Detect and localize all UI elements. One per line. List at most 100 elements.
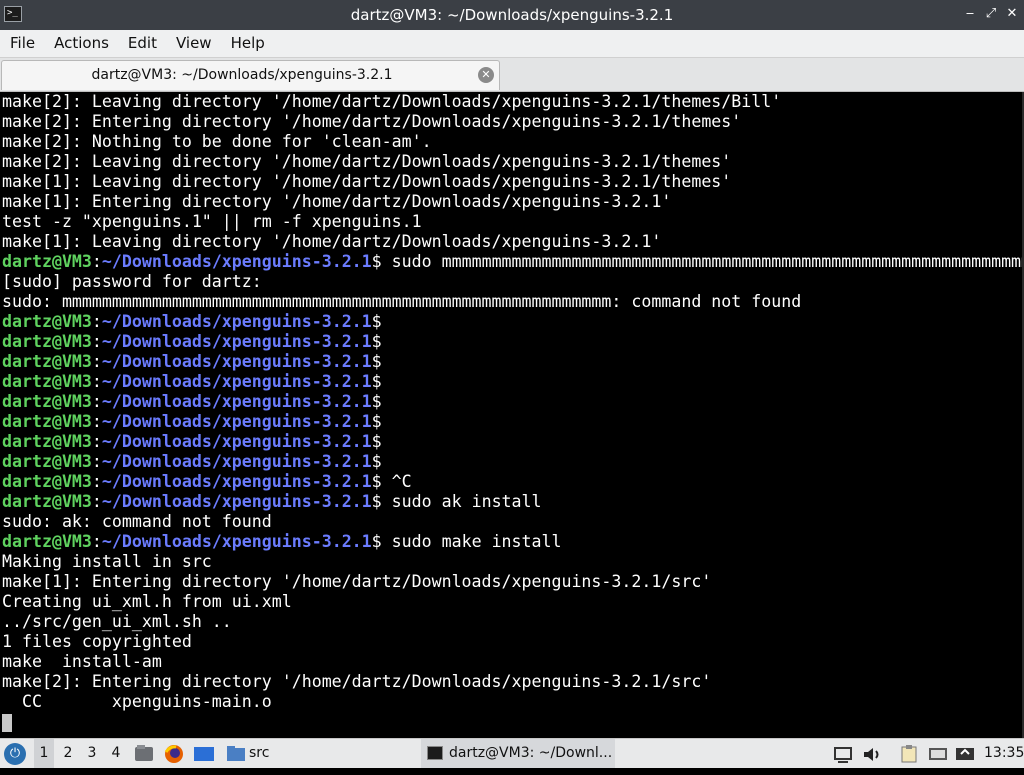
prompt-separator: : (91, 492, 102, 511)
prompt-user: dartz@VM3 (2, 372, 92, 391)
output-line: test -z "xpenguins.1" || rm -f xpenguins… (2, 212, 422, 231)
prompt-user: dartz@VM3 (2, 412, 92, 431)
prompt-line: dartz@VM3:~/Downloads/xpenguins-3.2.1$ (0, 412, 1022, 432)
menu-edit[interactable]: Edit (118, 30, 166, 57)
close-button[interactable]: ✕ (1004, 6, 1020, 22)
workspace-2[interactable]: 2 (58, 739, 78, 768)
workspace-1[interactable]: 1 (34, 739, 54, 768)
workspace-3[interactable]: 3 (82, 739, 102, 768)
prompt-user: dartz@VM3 (2, 312, 92, 331)
output-line: make install-am (2, 652, 162, 671)
output-line: CC xpenguins-main.o (2, 692, 272, 711)
command-text: sudo make install (381, 532, 562, 551)
output-line: sudo: ak: command not found (2, 512, 272, 531)
prompt-user: dartz@VM3 (2, 352, 92, 371)
screen-icon[interactable] (834, 745, 852, 763)
prompt-separator: : (91, 252, 102, 271)
menu-help[interactable]: Help (221, 30, 274, 57)
prompt-user: dartz@VM3 (2, 252, 92, 271)
prompt-line: dartz@VM3:~/Downloads/xpenguins-3.2.1$ (0, 372, 1022, 392)
maximize-button[interactable]: ⤢ (983, 6, 999, 22)
prompt-line: dartz@VM3:~/Downloads/xpenguins-3.2.1$ s… (0, 492, 1022, 512)
prompt-separator: : (91, 472, 102, 491)
task-label: dartz@VM3: ~/Downl... (449, 745, 613, 761)
window-title-bar[interactable]: >_ dartz@VM3: ~/Downloads/xpenguins-3.2.… (0, 0, 1024, 30)
prompt-path: ~/Downloads/xpenguins-3.2.1 (101, 352, 372, 371)
prompt-line: dartz@VM3:~/Downloads/xpenguins-3.2.1$ (0, 392, 1022, 412)
tab-close-icon[interactable]: ✕ (478, 67, 494, 83)
prompt-line: dartz@VM3:~/Downloads/xpenguins-3.2.1$ (0, 452, 1022, 472)
clipboard-icon[interactable] (900, 745, 918, 763)
prompt-path: ~/Downloads/xpenguins-3.2.1 (101, 372, 372, 391)
output-line: make[1]: Leaving directory '/home/dartz/… (2, 232, 662, 251)
output-line: make[2]: Nothing to be done for 'clean-a… (2, 132, 432, 151)
prompt-user: dartz@VM3 (2, 392, 92, 411)
show-desktop-icon[interactable] (193, 744, 214, 763)
folder-icon[interactable] (226, 744, 246, 763)
menu-view[interactable]: View (166, 30, 221, 57)
prompt-path: ~/Downloads/xpenguins-3.2.1 (101, 532, 372, 551)
prompt-path: ~/Downloads/xpenguins-3.2.1 (101, 472, 372, 491)
start-menu-icon[interactable]: ⏻ (4, 743, 26, 765)
folder-task-label[interactable]: src (249, 739, 269, 768)
prompt-suffix: $ (371, 352, 382, 371)
output-line: make[2]: Entering directory '/home/dartz… (2, 672, 712, 691)
prompt-user: dartz@VM3 (2, 332, 92, 351)
prompt-suffix: $ (371, 492, 382, 511)
prompt-separator: : (91, 532, 102, 551)
prompt-line: dartz@VM3:~/Downloads/xpenguins-3.2.1$ ^… (0, 472, 1022, 492)
prompt-path: ~/Downloads/xpenguins-3.2.1 (101, 312, 372, 331)
prompt-suffix: $ (371, 432, 382, 451)
prompt-suffix: $ (371, 372, 382, 391)
tab-bar: dartz@VM3: ~/Downloads/xpenguins-3.2.1 ✕ (0, 58, 1024, 92)
display-icon[interactable] (928, 745, 947, 762)
prompt-user: dartz@VM3 (2, 532, 92, 551)
workspace-4[interactable]: 4 (106, 739, 126, 768)
text-cursor (2, 713, 12, 732)
prompt-user: dartz@VM3 (2, 472, 92, 491)
clock[interactable]: 13:35 (984, 739, 1024, 768)
prompt-line: dartz@VM3:~/Downloads/xpenguins-3.2.1$ (0, 352, 1022, 372)
prompt-user: dartz@VM3 (2, 492, 92, 511)
output-line: make[1]: Entering directory '/home/dartz… (2, 572, 712, 591)
terminal-tab[interactable]: dartz@VM3: ~/Downloads/xpenguins-3.2.1 ✕ (1, 60, 500, 90)
prompt-separator: : (91, 312, 102, 331)
output-line: ../src/gen_ui_xml.sh .. (2, 612, 232, 631)
network-icon[interactable] (955, 745, 974, 762)
prompt-separator: : (91, 392, 102, 411)
output-line: make[1]: Entering directory '/home/dartz… (2, 192, 672, 211)
window-title: dartz@VM3: ~/Downloads/xpenguins-3.2.1 (350, 6, 674, 24)
prompt-separator: : (91, 452, 102, 471)
menu-bar: File Actions Edit View Help (0, 30, 1024, 58)
prompt-suffix: $ (371, 452, 382, 471)
prompt-user: dartz@VM3 (2, 432, 92, 451)
command-text: sudo mmmmmmmmmmmmmmmmmmmmmmmmmmmmmmmmmmm… (381, 252, 1022, 271)
minimize-button[interactable]: ‒ (962, 6, 978, 22)
prompt-path: ~/Downloads/xpenguins-3.2.1 (101, 432, 372, 451)
prompt-line: dartz@VM3:~/Downloads/xpenguins-3.2.1$ (0, 432, 1022, 452)
prompt-separator: : (91, 372, 102, 391)
prompt-suffix: $ (371, 472, 382, 491)
output-line: make[1]: Leaving directory '/home/dartz/… (2, 172, 732, 191)
prompt-path: ~/Downloads/xpenguins-3.2.1 (101, 332, 372, 351)
prompt-separator: : (91, 332, 102, 351)
menu-file[interactable]: File (0, 30, 44, 57)
prompt-line: dartz@VM3:~/Downloads/xpenguins-3.2.1$ s… (0, 252, 1022, 272)
output-line: 1 files copyrighted (2, 632, 192, 651)
taskbar: ⏻ 1 2 3 4 src dartz@VM3: ~/Downl... 13:3… (0, 738, 1024, 768)
tab-label: dartz@VM3: ~/Downloads/xpenguins-3.2.1 (91, 67, 393, 83)
output-line: make[2]: Leaving directory '/home/dartz/… (2, 92, 782, 111)
file-manager-icon[interactable] (134, 744, 154, 763)
prompt-line: dartz@VM3:~/Downloads/xpenguins-3.2.1$ (0, 332, 1022, 352)
prompt-separator: : (91, 352, 102, 371)
firefox-icon[interactable] (164, 744, 184, 763)
volume-icon[interactable] (862, 745, 880, 762)
terminal-output[interactable]: make[2]: Leaving directory '/home/dartz/… (0, 92, 1022, 738)
prompt-path: ~/Downloads/xpenguins-3.2.1 (101, 392, 372, 411)
prompt-suffix: $ (371, 392, 382, 411)
menu-actions[interactable]: Actions (44, 30, 118, 57)
prompt-suffix: $ (371, 312, 382, 331)
terminal-task-button[interactable]: dartz@VM3: ~/Downl... (421, 739, 615, 768)
output-line: make[2]: Leaving directory '/home/dartz/… (2, 152, 732, 171)
prompt-path: ~/Downloads/xpenguins-3.2.1 (101, 412, 372, 431)
